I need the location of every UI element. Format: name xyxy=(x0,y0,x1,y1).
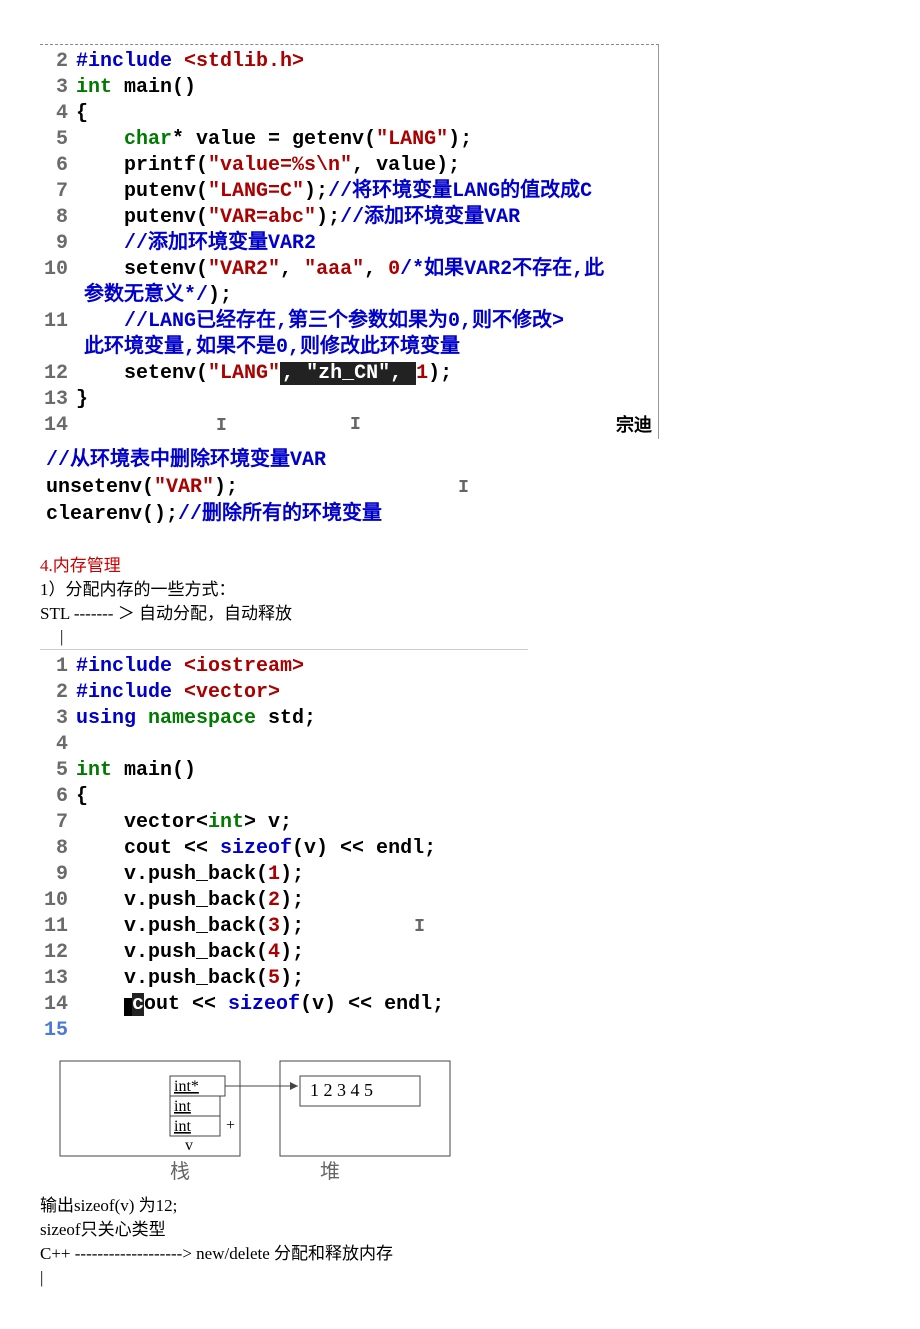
diagram-int2-label: int xyxy=(174,1118,191,1135)
code-block-vector: 1#include <iostream> 2#include <vector> … xyxy=(40,649,528,1044)
code-line: 8 putenv("VAR=abc");//添加环境变量VAR xyxy=(40,205,650,231)
text-cursor-icon: I xyxy=(216,416,227,436)
code-line: 12 setenv("LANG", "zh_CN", 1); xyxy=(40,361,650,387)
section-title: 4.内存管理 xyxy=(40,554,880,578)
footer-line: sizeof只关心类型 xyxy=(40,1218,880,1242)
memory-diagram: int* int int v + 1 2 3 4 5 栈 堆 xyxy=(50,1056,470,1186)
code-line: 7 putenv("LANG=C");//将环境变量LANG的值改成C xyxy=(40,179,650,205)
code-line: 11 //LANG已经存在,第三个参数如果为0,则不修改> xyxy=(40,309,650,335)
code-line: 6 printf("value=%s\n", value); xyxy=(40,153,650,179)
code-line: 13 v.push_back(5); xyxy=(40,966,520,992)
diagram-v-label: v xyxy=(185,1137,193,1154)
code-line: clearenv();//删除所有的环境变量 xyxy=(46,501,880,528)
arrow-head-icon xyxy=(290,1082,298,1090)
code-block-env: 2#include <stdlib.h> 3int main() 4{ 5 ch… xyxy=(40,44,659,439)
code-line: 4 xyxy=(40,732,520,758)
code-line: 8 cout << sizeof(v) << endl; xyxy=(40,836,520,862)
footer-line: C++ -------------------> new/delete 分配和释… xyxy=(40,1242,880,1266)
code-line: 13} xyxy=(40,387,650,413)
code-line: 14 cout << sizeof(v) << endl; xyxy=(40,992,520,1018)
heap-label: 堆 xyxy=(320,1160,340,1183)
code-line: 9 v.push_back(1); xyxy=(40,862,520,888)
plus-icon: + xyxy=(226,1117,235,1134)
section-sub: STL ------- ＞ 自动分配，自动释放 xyxy=(40,602,880,626)
text-cursor-icon: I xyxy=(350,414,361,437)
code-line: 10 setenv("VAR2", "aaa", 0/*如果VAR2不存在,此 xyxy=(40,257,650,283)
document-page: 2#include <stdlib.h> 3int main() 4{ 5 ch… xyxy=(0,0,920,1329)
code-line: 4{ xyxy=(40,101,650,127)
code-line: 14I xyxy=(40,413,650,439)
code-line: 1#include <iostream> xyxy=(40,654,520,680)
code-snippet-unset: //从环境表中删除环境变量VAR unsetenv("VAR");I clear… xyxy=(46,447,880,528)
code-line: 11 v.push_back(3);I xyxy=(40,914,520,940)
section-point: 1）分配内存的一些方式： xyxy=(40,578,880,602)
code-line: 3int main() xyxy=(40,75,650,101)
stack-label: 栈 xyxy=(170,1160,190,1183)
diagram-intptr-label: int* xyxy=(174,1078,199,1095)
code-line: 12 v.push_back(4); xyxy=(40,940,520,966)
code-line: 2#include <stdlib.h> xyxy=(40,49,650,75)
watermark-text: 宗迪 xyxy=(616,414,652,437)
code-line: 5int main() xyxy=(40,758,520,784)
code-line: 3using namespace std; xyxy=(40,706,520,732)
diagram-values: 1 2 3 4 5 xyxy=(310,1080,373,1100)
text-cursor-icon: I xyxy=(458,478,469,498)
code-line-continuation: 此环境变量,如果不是0,则修改此环境变量 xyxy=(40,335,650,361)
code-line: 10 v.push_back(2); xyxy=(40,888,520,914)
footer-line: 输出sizeof(v) 为12; xyxy=(40,1194,880,1218)
code-line: //从环境表中删除环境变量VAR xyxy=(46,447,880,474)
code-line: 2#include <vector> xyxy=(40,680,520,706)
diagram-int1-label: int xyxy=(174,1098,191,1115)
cursor-bar: | xyxy=(60,625,880,649)
code-line: 9 //添加环境变量VAR2 xyxy=(40,231,650,257)
code-line: unsetenv("VAR");I xyxy=(46,474,880,501)
cursor-bar: | xyxy=(40,1266,880,1290)
code-line: 15 xyxy=(40,1018,520,1044)
section: 4.内存管理 1）分配内存的一些方式： STL ------- ＞ 自动分配，自… xyxy=(40,554,880,649)
text-cursor-icon: I xyxy=(414,917,425,937)
code-line-continuation: 参数无意义*/); xyxy=(40,283,650,309)
code-line: 5 char* value = getenv("LANG"); xyxy=(40,127,650,153)
stack-rect-icon xyxy=(60,1061,240,1156)
code-line: 6{ xyxy=(40,784,520,810)
code-line: 7 vector<int> v; xyxy=(40,810,520,836)
heap-rect-icon xyxy=(280,1061,450,1156)
